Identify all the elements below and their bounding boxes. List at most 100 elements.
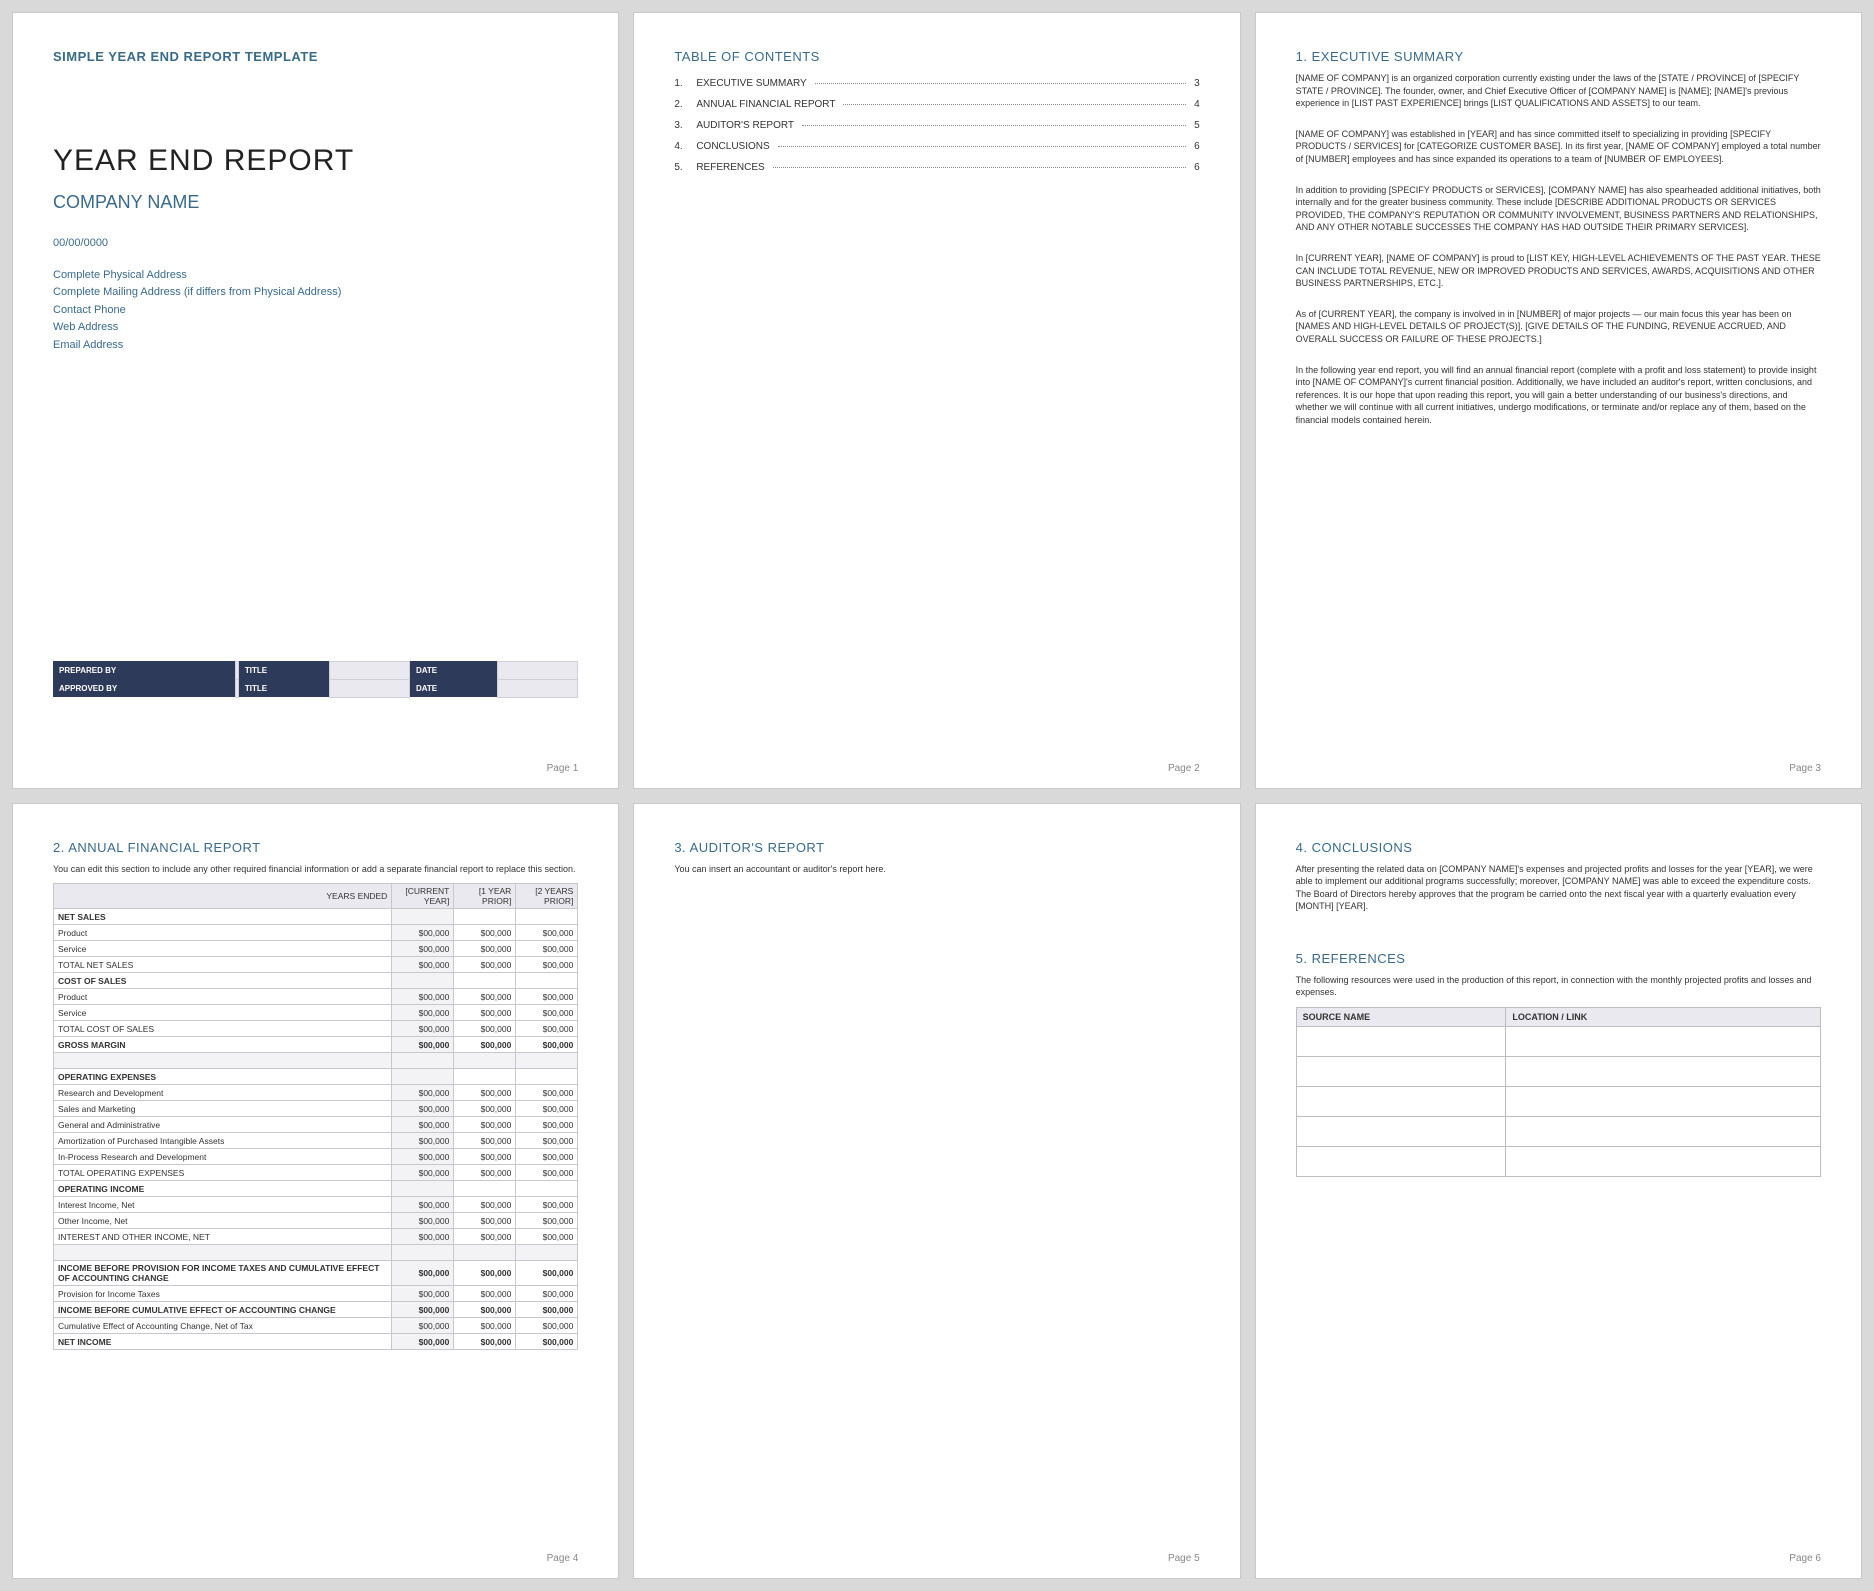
date-value [498, 661, 578, 679]
page-number: Page 6 [1789, 1553, 1821, 1564]
toc-dots [773, 167, 1186, 168]
table-row: NET SALES [54, 909, 578, 925]
table-row: Sales and Marketing$00,000$00,000$00,000 [54, 1101, 578, 1117]
table-row [1296, 1057, 1820, 1087]
table-row: Service$00,000$00,000$00,000 [54, 941, 578, 957]
template-label: SIMPLE YEAR END REPORT TEMPLATE [53, 49, 578, 64]
page-2: TABLE OF CONTENTS 1.EXECUTIVE SUMMARY32.… [633, 12, 1240, 789]
table-row: APPROVED BY TITLE DATE [53, 679, 578, 697]
toc-item: 4. CONCLUSIONS 6 [674, 141, 1199, 152]
toc-item: 2. ANNUAL FINANCIAL REPORT 4 [674, 99, 1199, 110]
table-row: Product$00,000$00,000$00,000 [54, 925, 578, 941]
table-row: INTEREST AND OTHER INCOME, NET$00,000$00… [54, 1229, 578, 1245]
cover-date: 00/00/0000 [53, 235, 578, 253]
toc-label: EXECUTIVE SUMMARY [696, 78, 806, 89]
page-6: 4. CONCLUSIONS After presenting the rela… [1255, 803, 1862, 1580]
references-col-source: SOURCE NAME [1296, 1008, 1506, 1027]
page-number: Page 1 [547, 763, 579, 774]
page-5: 3. AUDITOR'S REPORT You can insert an ac… [633, 803, 1240, 1580]
toc-label: CONCLUSIONS [696, 141, 769, 152]
page-number: Page 5 [1168, 1553, 1200, 1564]
body-paragraph: In the following year end report, you wi… [1296, 364, 1821, 427]
page-number: Page 2 [1168, 763, 1200, 774]
page-number: Page 4 [547, 1553, 579, 1564]
cover-web: Web Address [53, 319, 578, 337]
toc-dots [843, 104, 1186, 105]
title-value [329, 661, 409, 679]
financial-report-intro: You can edit this section to include any… [53, 863, 578, 876]
toc-dots [802, 125, 1186, 126]
table-row: NET INCOME$00,000$00,000$00,000 [54, 1334, 578, 1350]
toc-dots [778, 146, 1186, 147]
references-heading: 5. REFERENCES [1296, 951, 1821, 966]
exec-summary-body: [NAME OF COMPANY] is an organized corpor… [1296, 72, 1821, 426]
table-row [54, 1053, 578, 1069]
toc-item: 5.REFERENCES6 [674, 162, 1199, 173]
signature-table: PREPARED BY TITLE DATE APPROVED BY TITLE… [53, 661, 578, 698]
toc-index: 5. [674, 162, 688, 173]
toc-index: 2. [674, 99, 688, 110]
date-label: DATE [409, 679, 497, 697]
date-label: DATE [409, 661, 497, 679]
table-row: YEARS ENDED[CURRENT YEAR][1 YEAR PRIOR][… [54, 884, 578, 909]
table-row: OPERATING EXPENSES [54, 1069, 578, 1085]
table-row: SOURCE NAME LOCATION / LINK [1296, 1008, 1820, 1027]
body-paragraph: In [CURRENT YEAR], [NAME OF COMPANY] is … [1296, 252, 1821, 290]
title-label: TITLE [238, 679, 329, 697]
financial-report-heading: 2. ANNUAL FINANCIAL REPORT [53, 840, 578, 855]
exec-summary-heading: 1. EXECUTIVE SUMMARY [1296, 49, 1821, 64]
toc-page: 5 [1194, 120, 1200, 131]
table-row: OPERATING INCOME [54, 1181, 578, 1197]
table-row: Amortization of Purchased Intangible Ass… [54, 1133, 578, 1149]
toc-page: 4 [1194, 99, 1200, 110]
financial-table: YEARS ENDED[CURRENT YEAR][1 YEAR PRIOR][… [53, 883, 578, 1350]
table-row: TOTAL COST OF SALES$00,000$00,000$00,000 [54, 1021, 578, 1037]
table-row [1296, 1147, 1820, 1177]
references-table: SOURCE NAME LOCATION / LINK [1296, 1007, 1821, 1177]
table-row: Interest Income, Net$00,000$00,000$00,00… [54, 1197, 578, 1213]
page-1: SIMPLE YEAR END REPORT TEMPLATE YEAR END… [12, 12, 619, 789]
references-col-location: LOCATION / LINK [1506, 1008, 1821, 1027]
toc-page: 3 [1194, 78, 1200, 89]
cover-phone: Contact Phone [53, 302, 578, 320]
cover-address-mailing: Complete Mailing Address (if differs fro… [53, 284, 578, 302]
table-row [1296, 1117, 1820, 1147]
cover-address-physical: Complete Physical Address [53, 267, 578, 285]
body-paragraph: As of [CURRENT YEAR], the company is inv… [1296, 308, 1821, 346]
table-row [1296, 1027, 1820, 1057]
page-4: 2. ANNUAL FINANCIAL REPORT You can edit … [12, 803, 619, 1580]
body-paragraph: [NAME OF COMPANY] is an organized corpor… [1296, 72, 1821, 110]
toc-item: 3.AUDITOR'S REPORT5 [674, 120, 1199, 131]
table-row: General and Administrative$00,000$00,000… [54, 1117, 578, 1133]
toc-label: ANNUAL FINANCIAL REPORT [696, 99, 835, 110]
table-row: INCOME BEFORE CUMULATIVE EFFECT OF ACCOU… [54, 1302, 578, 1318]
toc-index: 3. [674, 120, 688, 131]
toc-index: 4. [674, 141, 688, 152]
table-row: Cumulative Effect of Accounting Change, … [54, 1318, 578, 1334]
table-row: GROSS MARGIN$00,000$00,000$00,000 [54, 1037, 578, 1053]
auditor-report-heading: 3. AUDITOR'S REPORT [674, 840, 1199, 855]
toc-page: 6 [1194, 141, 1200, 152]
table-row: Other Income, Net$00,000$00,000$00,000 [54, 1213, 578, 1229]
approved-by-label: APPROVED BY [53, 679, 236, 697]
toc-heading: TABLE OF CONTENTS [674, 49, 1199, 64]
table-row: Service$00,000$00,000$00,000 [54, 1005, 578, 1021]
table-row: In-Process Research and Development$00,0… [54, 1149, 578, 1165]
prepared-by-label: PREPARED BY [53, 661, 236, 679]
page-3: 1. EXECUTIVE SUMMARY [NAME OF COMPANY] i… [1255, 12, 1862, 789]
cover-email: Email Address [53, 337, 578, 355]
table-row: PREPARED BY TITLE DATE [53, 661, 578, 679]
references-intro: The following resources were used in the… [1296, 974, 1821, 999]
table-row: INCOME BEFORE PROVISION FOR INCOME TAXES… [54, 1261, 578, 1286]
conclusions-heading: 4. CONCLUSIONS [1296, 840, 1821, 855]
title-label: TITLE [238, 661, 329, 679]
body-paragraph: [NAME OF COMPANY] was established in [YE… [1296, 128, 1821, 166]
body-paragraph: In addition to providing [SPECIFY PRODUC… [1296, 184, 1821, 234]
table-row: Research and Development$00,000$00,000$0… [54, 1085, 578, 1101]
toc-label: REFERENCES [696, 162, 764, 173]
toc-list: 1.EXECUTIVE SUMMARY32.ANNUAL FINANCIAL R… [674, 78, 1199, 173]
table-row: Product$00,000$00,000$00,000 [54, 989, 578, 1005]
table-row [1296, 1087, 1820, 1117]
page-number: Page 3 [1789, 763, 1821, 774]
table-row: Provision for Income Taxes$00,000$00,000… [54, 1286, 578, 1302]
